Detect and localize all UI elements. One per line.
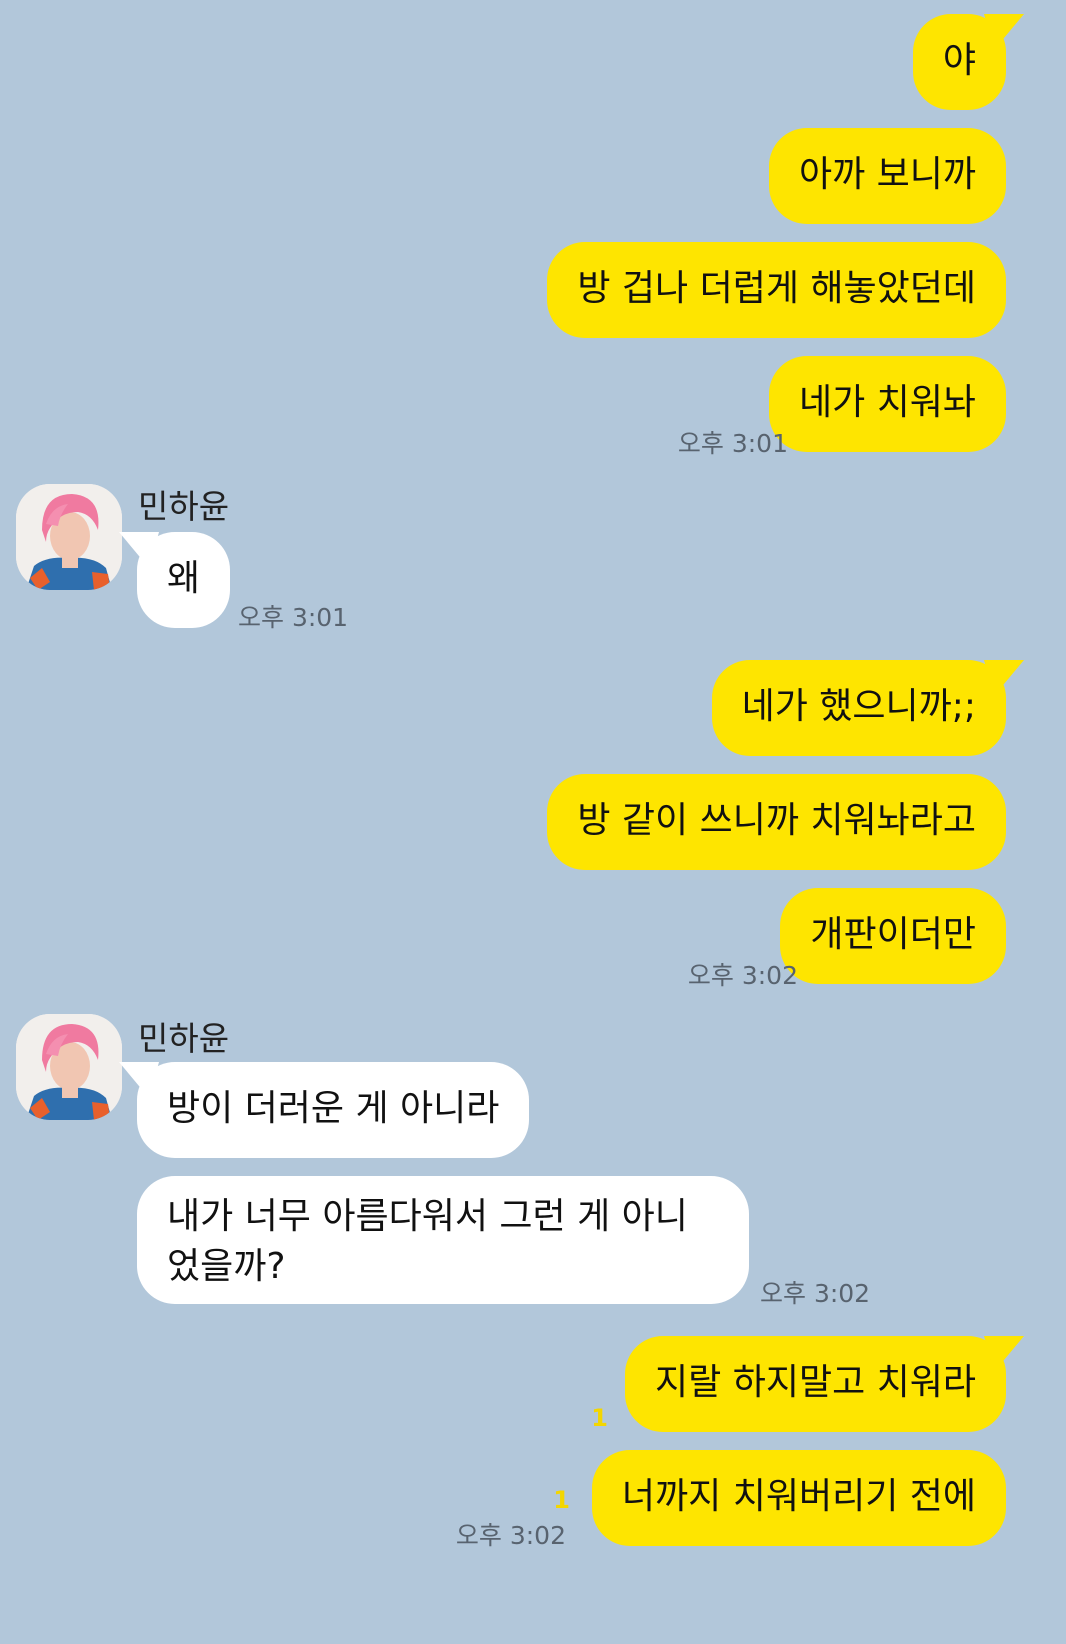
avatar-pink-hair-icon	[16, 484, 122, 590]
message-text: 아까 보니까	[798, 154, 976, 195]
partner-name: 민하윤	[138, 487, 230, 526]
my-message-bubble[interactable]: 방 같이 쓰니까 치워놔라고	[547, 774, 1006, 870]
bubble-tail	[119, 532, 159, 568]
partner-message-bubble[interactable]: 내가 너무 아름다워서 그런 게 아니었을까?	[137, 1176, 749, 1304]
message-text: 네가 치워놔	[798, 382, 976, 423]
my-message-bubble[interactable]: 네가 치워놔	[768, 356, 1006, 452]
my-message-bubble[interactable]: 방 겁나 더럽게 해놓았던데	[547, 242, 1006, 338]
message-timestamp: 오후 3:02	[455, 1521, 566, 1550]
message-text: 개판이더만	[810, 914, 976, 955]
partner-avatar[interactable]	[16, 1014, 122, 1120]
message-text: 야	[942, 40, 976, 81]
my-message-bubble[interactable]: 아까 보니까	[768, 128, 1006, 224]
partner-message-bubble[interactable]: 왜	[119, 532, 231, 628]
message-text: 방 겁나 더럽게 해놓았던데	[577, 268, 976, 309]
partner-avatar[interactable]	[16, 484, 122, 590]
message-timestamp: 오후 3:01	[677, 429, 788, 458]
unread-count: 1	[591, 1404, 608, 1432]
message-text: 네가 했으니까;;	[741, 686, 976, 727]
bubble-tail	[119, 1062, 159, 1098]
my-message-bubble[interactable]: 개판이더만	[780, 888, 1006, 984]
message-text: 방이 더러운 게 아니라	[167, 1088, 500, 1129]
message-text: 너까지 치워버리기 전에	[621, 1476, 976, 1517]
my-message-bubble[interactable]: 네가 했으니까;;	[711, 660, 1024, 756]
message-timestamp: 오후 3:01	[238, 603, 349, 632]
bubble-tail	[984, 14, 1024, 50]
my-message-bubble[interactable]: 너까지 치워버리기 전에	[591, 1450, 1006, 1546]
message-text: 내가 너무 아름다워서 그런 게 아니었을까?	[167, 1196, 688, 1287]
partner-name: 민하윤	[138, 1019, 230, 1058]
chat-room[interactable]: 야 아까 보니까 방 겁나 더럽게 해놓았던데 네가 치워놔 오후 3:01 민…	[0, 0, 1066, 1644]
bubble-tail	[984, 660, 1024, 696]
message-timestamp: 오후 3:02	[760, 1279, 871, 1308]
message-text: 지랄 하지말고 치워라	[655, 1362, 976, 1403]
my-message-bubble[interactable]: 야	[912, 14, 1024, 110]
message-timestamp: 오후 3:02	[687, 961, 798, 990]
bubble-tail	[984, 1336, 1024, 1372]
message-text: 왜	[167, 558, 201, 599]
partner-message-bubble[interactable]: 방이 더러운 게 아니라	[119, 1062, 530, 1158]
unread-count: 1	[553, 1486, 570, 1514]
avatar-pink-hair-icon	[16, 1014, 122, 1120]
my-message-bubble[interactable]: 지랄 하지말고 치워라	[625, 1336, 1024, 1432]
message-text: 방 같이 쓰니까 치워놔라고	[577, 800, 976, 841]
